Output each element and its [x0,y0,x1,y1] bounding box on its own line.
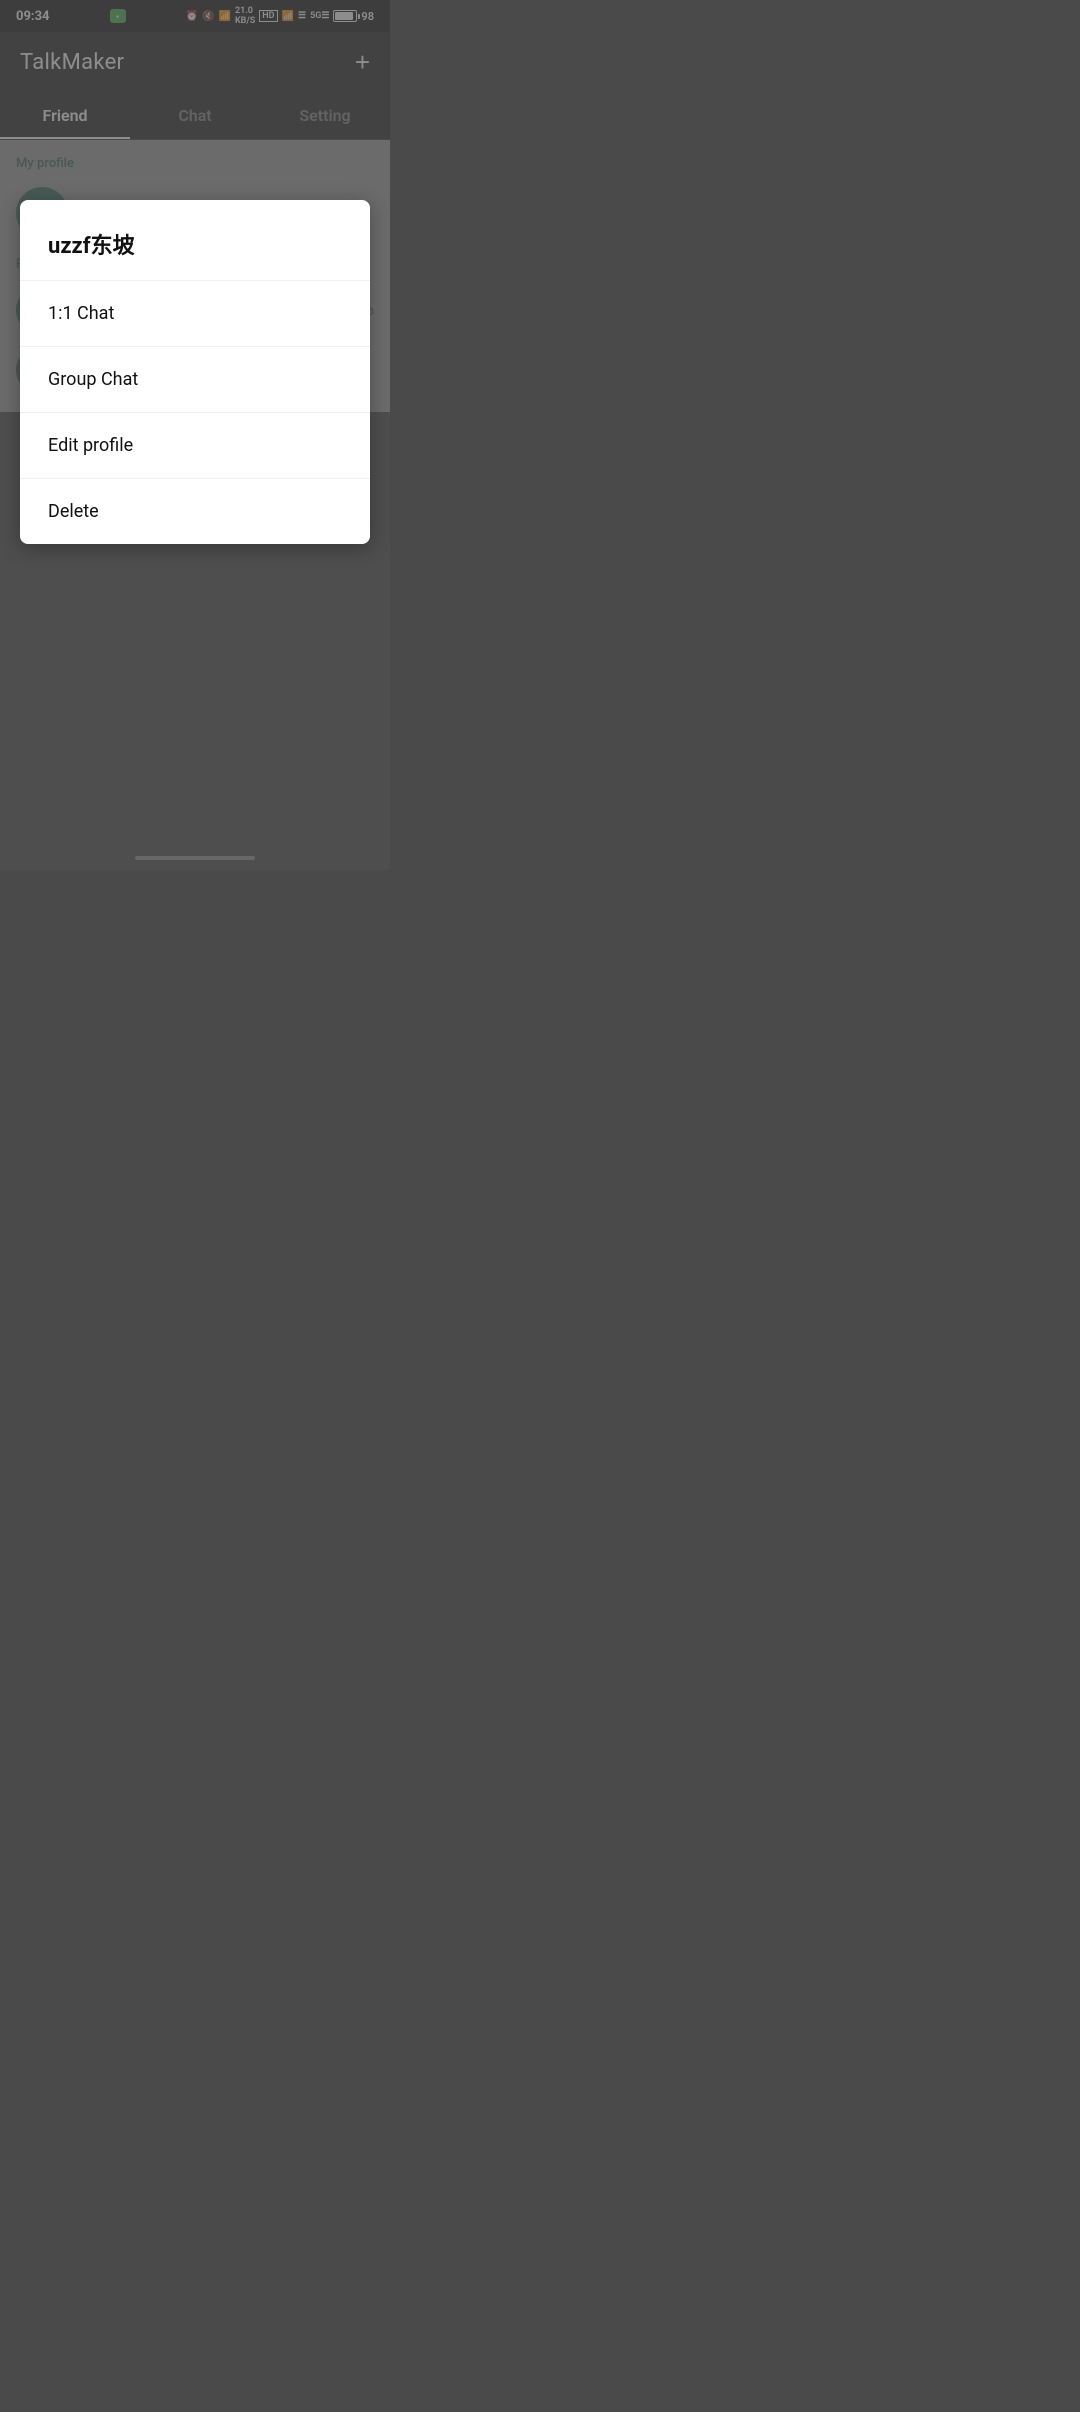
context-menu-item-group-chat[interactable]: Group Chat [20,346,370,412]
context-menu-item-1-1-chat[interactable]: 1:1 Chat [20,280,370,346]
context-menu-dialog: uzzf东坡 1:1 Chat Group Chat Edit profile … [20,200,370,544]
context-menu-item-edit-profile[interactable]: Edit profile [20,412,370,478]
context-menu-item-delete[interactable]: Delete [20,478,370,544]
context-menu-title: uzzf东坡 [20,200,370,280]
